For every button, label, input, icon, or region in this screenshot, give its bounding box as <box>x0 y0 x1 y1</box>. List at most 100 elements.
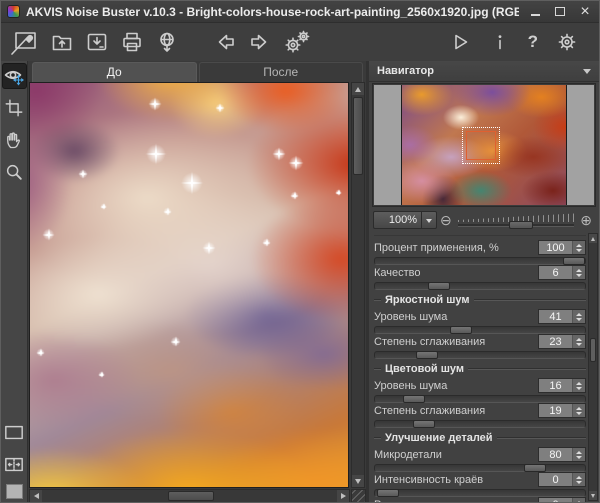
maximize-button[interactable] <box>552 5 568 19</box>
param-label: Степень сглаживания <box>374 405 538 417</box>
param-value-field[interactable]: 0 <box>538 497 586 503</box>
horizontal-scroll-thumb[interactable] <box>168 491 214 501</box>
resize-grip[interactable] <box>351 489 366 503</box>
run-button[interactable] <box>448 30 472 54</box>
param-value-field[interactable]: 0 <box>538 472 586 487</box>
navigator-view-frame-inner <box>466 131 496 160</box>
title-bar: AKVIS Noise Buster v.10.3 - Bright-color… <box>1 1 599 23</box>
param-row: Степень сглаживания 19 <box>374 403 586 428</box>
spinner-icon[interactable] <box>572 335 585 348</box>
star-sparkle <box>215 103 225 113</box>
zoom-level-dropdown[interactable]: 100% <box>373 211 437 229</box>
param-value-field[interactable]: 6 <box>538 265 586 280</box>
open-button[interactable] <box>50 30 74 54</box>
param-slider-thumb[interactable] <box>403 395 425 403</box>
info-button[interactable] <box>489 30 511 54</box>
hand-tool-button[interactable] <box>2 127 27 153</box>
star-sparkle <box>335 189 342 196</box>
section-header: Цветовой шум <box>374 363 586 375</box>
param-value-field[interactable]: 80 <box>538 447 586 462</box>
preview-tool-button[interactable] <box>2 63 27 89</box>
star-sparkle <box>148 97 162 111</box>
param-slider[interactable] <box>374 489 586 497</box>
spinner-icon[interactable] <box>572 266 585 279</box>
param-slider-thumb[interactable] <box>524 464 546 472</box>
param-slider[interactable] <box>374 257 586 265</box>
param-value-field[interactable]: 16 <box>538 378 586 393</box>
save-button[interactable] <box>85 30 109 54</box>
zoom-tool-button[interactable] <box>2 159 27 185</box>
navigator-left-margin <box>374 85 401 205</box>
scroll-up-button[interactable] <box>352 83 364 95</box>
param-slider[interactable] <box>374 326 586 334</box>
vertical-scrollbar[interactable] <box>351 82 365 488</box>
settings-scroll-thumb[interactable] <box>590 338 596 362</box>
settings-scroll-down-button[interactable] <box>589 491 597 500</box>
param-slider-thumb[interactable] <box>377 489 399 497</box>
painting-image <box>29 82 349 488</box>
collapse-icon[interactable] <box>583 69 591 78</box>
param-row: Резкость 0 <box>374 497 586 503</box>
param-slider-thumb[interactable] <box>563 257 585 265</box>
spinner-icon[interactable] <box>572 241 585 254</box>
batch-processing-button[interactable] <box>283 29 311 55</box>
zoom-slider-track[interactable] <box>458 224 575 227</box>
redo-button[interactable] <box>248 30 272 54</box>
param-slider-thumb[interactable] <box>416 351 438 359</box>
scroll-left-button[interactable] <box>30 490 42 502</box>
param-value-field[interactable]: 23 <box>538 334 586 349</box>
spinner-icon[interactable] <box>572 498 585 503</box>
view-single-window-button[interactable] <box>2 420 27 446</box>
zoom-level-value: 100% <box>374 212 421 228</box>
horizontal-scrollbar[interactable] <box>29 489 350 503</box>
navigator-thumbnail-area[interactable] <box>372 83 596 207</box>
star-sparkle <box>170 336 181 347</box>
spinner-icon[interactable] <box>572 473 585 486</box>
tab-after[interactable]: После <box>199 62 364 82</box>
akvis-logo-button[interactable] <box>9 28 39 56</box>
param-slider-thumb[interactable] <box>428 282 450 290</box>
undo-button[interactable] <box>213 30 237 54</box>
param-value-field[interactable]: 19 <box>538 403 586 418</box>
param-slider[interactable] <box>374 395 586 403</box>
zoom-in-button[interactable]: ⊕ <box>580 213 592 227</box>
dropdown-arrow-icon[interactable] <box>421 212 436 228</box>
close-button[interactable]: × <box>577 5 593 19</box>
zoom-slider-thumb[interactable] <box>509 221 533 229</box>
navigator-header[interactable]: Навигатор <box>369 61 599 82</box>
spinner-icon[interactable] <box>572 404 585 417</box>
param-slider[interactable] <box>374 420 586 428</box>
scroll-right-button[interactable] <box>337 490 349 502</box>
param-value-field[interactable]: 41 <box>538 309 586 324</box>
minimize-button[interactable] <box>527 5 543 19</box>
param-slider-thumb[interactable] <box>413 420 435 428</box>
print-button[interactable] <box>120 30 144 54</box>
zoom-out-button[interactable]: ⊖ <box>440 213 452 227</box>
background-color-swatch[interactable] <box>6 484 23 499</box>
zoom-slider[interactable] <box>458 213 575 227</box>
scroll-down-button[interactable] <box>352 475 364 487</box>
navigator-thumbnail[interactable] <box>401 85 567 205</box>
settings-panel: Процент применения, % 100 Качество 6 Ярк… <box>374 235 586 503</box>
preferences-button[interactable] <box>555 30 579 54</box>
param-slider[interactable] <box>374 282 586 290</box>
param-slider[interactable] <box>374 351 586 359</box>
view-split-window-button[interactable] <box>2 452 27 478</box>
help-button[interactable]: ? <box>528 32 538 52</box>
export-web-button[interactable] <box>155 30 179 54</box>
spinner-icon[interactable] <box>572 310 585 323</box>
star-sparkle <box>290 191 299 200</box>
param-row: Микродетали 80 <box>374 447 586 472</box>
param-slider-thumb[interactable] <box>450 326 472 334</box>
crop-tool-button[interactable] <box>2 95 27 121</box>
navigator-view-frame[interactable] <box>462 127 500 164</box>
image-canvas[interactable] <box>29 82 349 488</box>
param-slider[interactable] <box>374 464 586 472</box>
spinner-icon[interactable] <box>572 379 585 392</box>
spinner-icon[interactable] <box>572 448 585 461</box>
settings-scrollbar[interactable] <box>588 233 598 501</box>
vertical-scroll-thumb[interactable] <box>353 97 363 175</box>
tab-before[interactable]: До <box>32 62 197 82</box>
settings-scroll-up-button[interactable] <box>589 234 597 243</box>
param-value-field[interactable]: 100 <box>538 240 586 255</box>
